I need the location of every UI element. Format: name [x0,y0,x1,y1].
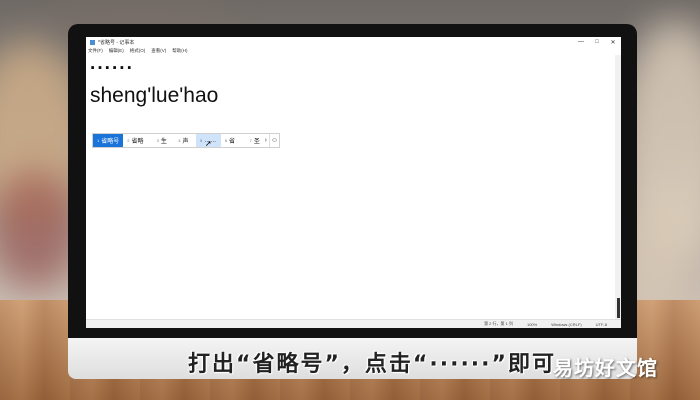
menu-help[interactable]: 帮助(H) [172,48,187,54]
ime-candidate-6[interactable]: 6 省 [221,134,246,147]
vertical-scrollbar[interactable] [615,55,621,320]
ime-candidate-7[interactable]: 7 圣 [246,134,263,147]
menu-file[interactable]: 文件(F) [88,48,103,54]
zoom-level: 100% [526,321,538,327]
menu-bar: 文件(F) 编辑(E) 格式(O) 查看(V) 帮助(H) [86,47,621,55]
notepad-app-icon [90,39,95,45]
menu-view[interactable]: 查看(V) [151,48,166,54]
candidate-text: 生 [160,139,167,145]
ime-candidate-bar: 1 省略号 2 省略 3 生 4 声 5 …… 6 省 7 圣 › ☺ [92,133,280,148]
close-button[interactable]: ✕ [605,39,621,46]
smiley-icon[interactable]: ☺ [268,134,279,147]
encoding: UTF-8 [595,321,607,327]
ime-candidate-1[interactable]: 1 省略号 [93,134,124,147]
candidate-text: 省略 [131,139,144,145]
ime-candidate-2[interactable]: 2 省略 [123,134,152,147]
candidate-number: 3 [156,138,159,143]
mouse-pointer-icon: ➚ [205,139,212,148]
ime-candidate-4[interactable]: 4 声 [174,134,196,147]
candidate-text: 省 [229,139,236,145]
candidate-number: 7 [249,138,252,143]
menu-format[interactable]: 格式(O) [130,48,146,54]
candidate-text: 声 [182,139,189,145]
scrollbar-thumb[interactable] [617,298,620,318]
watermark: 易坊好文馆 [553,356,658,380]
document-line-1: ······ [90,58,134,79]
candidate-number: 2 [127,138,130,143]
candidate-number: 6 [224,138,228,143]
subtitle-caption: 打出“省略号”，点击“······”即可 [188,352,556,377]
line-ending: Windows (CRLF) [551,321,582,327]
maximize-button[interactable]: □ [589,39,605,45]
candidate-number: 4 [178,138,181,143]
menu-edit[interactable]: 编辑(E) [109,48,124,54]
window-title: *省略号 - 记事本 [98,39,135,46]
minimize-button[interactable]: — [573,39,589,45]
candidate-number: 1 [97,138,100,143]
text-editor[interactable]: ······ sheng'lue'hao 1 省略号 2 省略 3 生 4 声 … [90,55,613,320]
candidate-text: 圣 [253,139,260,145]
candidate-number: 5 [200,138,203,143]
ime-candidate-3[interactable]: 3 生 [153,134,175,147]
cursor-position: 第 2 行，第 1 列 [484,321,513,326]
document-line-2: sheng'lue'hao [90,84,219,107]
title-bar: *省略号 - 记事本 — □ ✕ [86,37,621,47]
candidate-text: 省略号 [101,139,120,145]
status-bar: 第 2 行，第 1 列 100% Windows (CRLF) UTF-8 [86,319,621,328]
notepad-window: *省略号 - 记事本 — □ ✕ 文件(F) 编辑(E) 格式(O) 查看(V)… [86,37,621,328]
